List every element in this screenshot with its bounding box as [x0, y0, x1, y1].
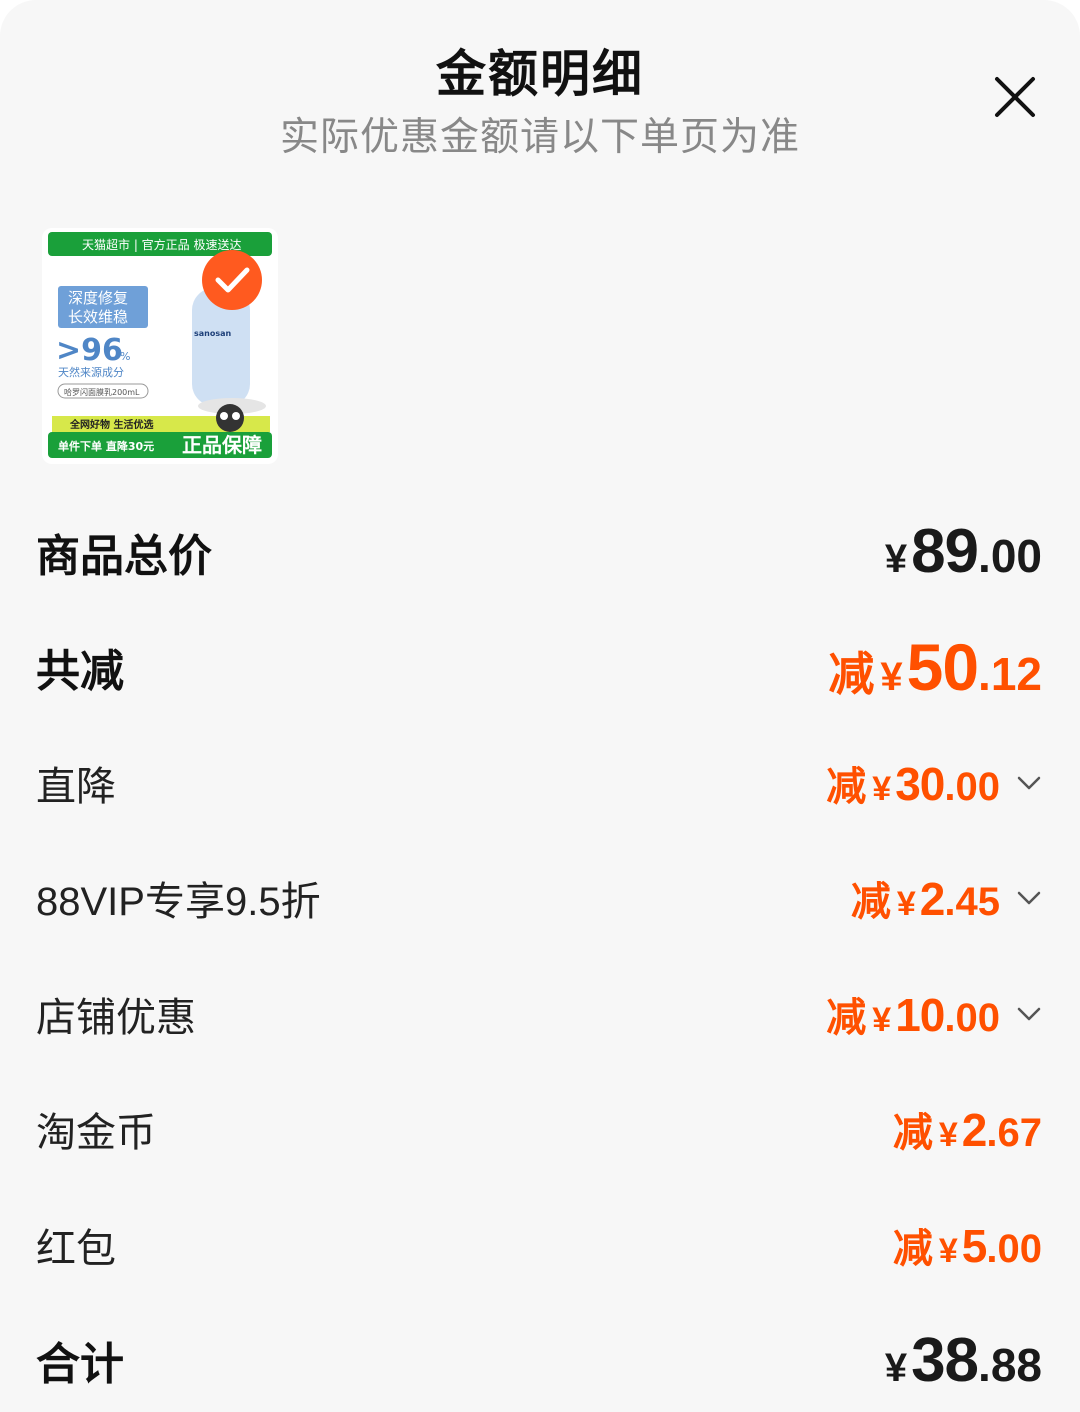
row-taojinbi: 淘金币 减 ¥ 2 .67	[0, 1072, 1080, 1188]
row-grand-total: 合计 ¥ 38 .88	[0, 1303, 1080, 1412]
subtotal-value: ¥ 89 .00	[885, 516, 1042, 587]
currency-symbol: ¥	[884, 1345, 908, 1390]
amount-integer: 89	[911, 517, 979, 587]
amount-decimal: .45	[944, 880, 1000, 925]
sheet-header: 金额明细 实际优惠金额请以下单页为准	[0, 0, 1080, 170]
currency-symbol: ¥	[872, 1000, 892, 1039]
currency-symbol: ¥	[938, 1231, 958, 1270]
row-direct-discount[interactable]: 直降 减 ¥ 30 .00	[0, 725, 1080, 841]
chevron-down-icon[interactable]	[1016, 885, 1042, 911]
amount-detail-sheet: 金额明细 实际优惠金额请以下单页为准 天猫超市 | 官方正品 极速送达 深度修复…	[0, 0, 1080, 1412]
row-red-packet: 红包 减 ¥ 5 .00	[0, 1187, 1080, 1303]
tag-line1: 深度修复	[68, 289, 128, 307]
amount-integer: 38	[911, 1325, 979, 1395]
taojinbi-label: 淘金币	[36, 1111, 156, 1156]
amount-integer: 2	[919, 873, 946, 926]
amount-integer: 50	[906, 630, 979, 705]
discount-prefix: 减	[892, 1226, 933, 1271]
brand-text: sanosan	[194, 329, 232, 338]
currency-symbol: ¥	[884, 537, 908, 582]
amount-integer: 2	[961, 1104, 988, 1157]
amount-decimal: .67	[986, 1111, 1042, 1156]
discount-prefix: 减	[850, 880, 891, 925]
footer-guarantee-text: 正品保障	[182, 433, 262, 457]
currency-symbol: ¥	[880, 655, 903, 700]
amount-decimal: .12	[978, 648, 1042, 701]
product-name-text: 哈罗闪面膜乳200mL	[64, 387, 140, 397]
banner-top-text: 天猫超市 | 官方正品 极速送达	[82, 237, 242, 252]
percent-unit: %	[120, 350, 130, 363]
amount-decimal: .00	[944, 995, 1000, 1040]
chevron-down-icon[interactable]	[1016, 770, 1042, 796]
direct-discount-value: 减 ¥ 30 .00	[826, 754, 1000, 812]
store-discount-value: 减 ¥ 10 .00	[826, 985, 1000, 1043]
percent-text: >96	[56, 333, 123, 368]
row-total-discount: 共减 减 ¥ 50 .12	[0, 610, 1080, 726]
close-icon[interactable]	[992, 74, 1038, 120]
red-packet-label: 红包	[36, 1226, 116, 1271]
product-image: 天猫超市 | 官方正品 极速送达 深度修复 长效维稳 >96 % 天然来源成分 …	[42, 228, 278, 464]
natural-text: 天然来源成分	[58, 365, 124, 379]
discount-prefix: 减	[826, 764, 867, 809]
page-title: 金额明细	[436, 46, 644, 102]
footer-deal-text: 单件下单 直降30元	[58, 439, 154, 453]
total-discount-label: 共减	[36, 647, 124, 697]
tag-line2: 长效维稳	[68, 308, 128, 326]
chevron-down-icon[interactable]	[1016, 1001, 1042, 1027]
currency-symbol: ¥	[938, 1116, 958, 1155]
total-discount-value: 减 ¥ 50 .12	[828, 629, 1042, 705]
currency-symbol: ¥	[872, 769, 892, 808]
discount-prefix: 减	[892, 1111, 933, 1156]
amount-integer: 5	[961, 1219, 988, 1272]
grand-total-value: ¥ 38 .88	[885, 1325, 1042, 1396]
check-icon[interactable]	[202, 250, 262, 310]
product-thumbnail[interactable]: 天猫超市 | 官方正品 极速送达 深度修复 长效维稳 >96 % 天然来源成分 …	[42, 228, 278, 464]
amount-decimal: .00	[944, 764, 1000, 809]
amount-integer: 30	[895, 757, 945, 810]
amount-decimal: .00	[986, 1226, 1042, 1271]
amount-decimal: .88	[978, 1338, 1042, 1391]
red-packet-value: 减 ¥ 5 .00	[893, 1216, 1042, 1274]
taojinbi-value: 减 ¥ 2 .67	[893, 1100, 1042, 1158]
footer-small-text: 全网好物 生活优选	[69, 418, 153, 431]
currency-symbol: ¥	[896, 885, 916, 924]
grand-total-label: 合计	[36, 1340, 124, 1390]
page-subtitle: 实际优惠金额请以下单页为准	[279, 116, 800, 159]
row-subtotal: 商品总价 ¥ 89 .00	[0, 494, 1080, 610]
amount-list: 商品总价 ¥ 89 .00 共减 减 ¥ 50 .12 直降 减 ¥ 30 .0…	[0, 494, 1080, 1412]
row-vip-discount[interactable]: 88VIP专享9.5折 减 ¥ 2 .45	[0, 841, 1080, 957]
subtotal-label: 商品总价	[36, 531, 212, 581]
amount-integer: 10	[895, 988, 945, 1041]
store-discount-label: 店铺优惠	[36, 995, 196, 1040]
vip-discount-label: 88VIP专享9.5折	[36, 880, 321, 925]
amount-decimal: .00	[978, 530, 1042, 583]
discount-prefix: 减	[826, 995, 867, 1040]
vip-discount-value: 减 ¥ 2 .45	[851, 869, 1000, 927]
row-store-discount[interactable]: 店铺优惠 减 ¥ 10 .00	[0, 956, 1080, 1072]
direct-discount-label: 直降	[36, 764, 116, 809]
discount-prefix: 减	[828, 648, 875, 701]
